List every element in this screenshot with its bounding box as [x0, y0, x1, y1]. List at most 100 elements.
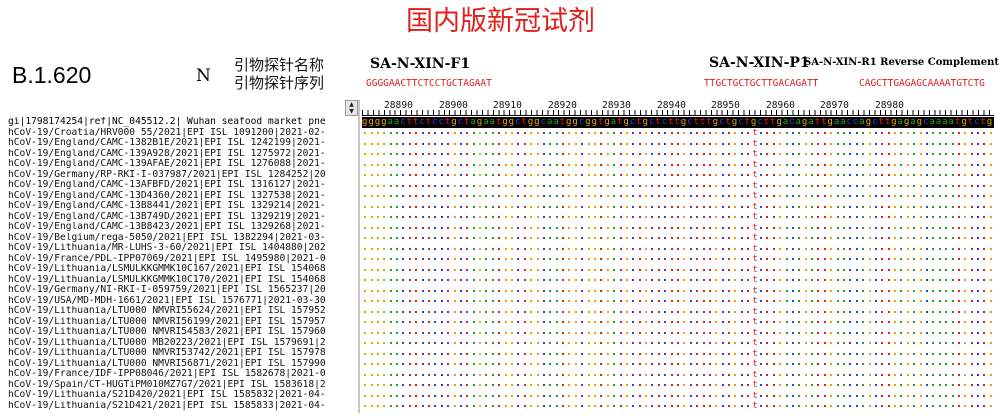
sequence-name[interactable]: hCoV-19/England/CAMC-13D4360/2021|EPI IS… [8, 191, 358, 202]
sequence-name[interactable]: hCoV-19/France/PDL-IPP07069/2021|EPI ISL… [8, 254, 358, 265]
sequence-name[interactable]: hCoV-19/England/CAMC-13B8423/2021|EPI IS… [8, 222, 358, 233]
match-dot [677, 405, 679, 407]
sequence-name[interactable]: hCoV-19/Spain/CT-HUGTiPM010MZ7G7/2021|EP… [8, 380, 358, 391]
sequence-name[interactable]: hCoV-19/England/CAMC-13B749D/2021|EPI IS… [8, 212, 358, 223]
match-dot [849, 384, 852, 386]
match-dot [766, 352, 769, 355]
alignment-row[interactable]: t [362, 401, 994, 412]
sequence-name[interactable]: hCoV-19/Lithuania/LSMULKKGMMK10C167/2021… [8, 264, 358, 275]
match-dot [798, 310, 801, 313]
alignment-row[interactable]: t [362, 380, 994, 391]
match-dot [804, 384, 807, 386]
alignment-row[interactable]: t [362, 233, 994, 244]
alignment-row[interactable]: t [362, 223, 994, 234]
match-dot [734, 300, 737, 302]
alignment-row[interactable]: t [362, 170, 994, 181]
sequence-name[interactable]: hCoV-19/Lithuania/LTU000 NMVRI53742/2021… [8, 348, 358, 359]
alignment-row[interactable]: t [362, 275, 994, 286]
sequence-name[interactable]: hCoV-19/England/CAMC-139AFAE/2021|EPI IS… [8, 159, 358, 170]
alignment-row[interactable]: t [362, 359, 994, 370]
match-dot [862, 289, 865, 292]
match-dot [581, 174, 584, 176]
match-dot [989, 405, 992, 407]
sequence-name[interactable]: hCoV-19/Croatia/HRV000 55/2021|EPI ISL 1… [8, 128, 358, 139]
sequence-name[interactable]: hCoV-19/France/IDF-IPP08046/2021|EPI ISL… [8, 369, 358, 380]
match-dot [459, 226, 462, 229]
sequence-name[interactable]: hCoV-19/Lithuania/LTU000 NMVRI56199/2021… [8, 317, 358, 328]
match-dot [728, 226, 731, 229]
alignment-grid[interactable]: ttttttttttttttttttttttttttt [362, 128, 994, 412]
alignment-row[interactable]: t [362, 244, 994, 255]
sequence-name[interactable]: hCoV-19/England/CAMC-1382B1E/2021|EPI IS… [8, 138, 358, 149]
alignment-row[interactable]: t [362, 307, 994, 318]
match-dot [945, 279, 948, 281]
match-dot [536, 268, 539, 271]
alignment-row[interactable]: t [362, 328, 994, 339]
match-dot [447, 373, 450, 376]
match-dot [772, 384, 775, 386]
alignment-row[interactable]: t [362, 181, 994, 192]
alignment-row[interactable]: t [362, 212, 994, 223]
sequence-name[interactable]: hCoV-19/England/CAMC-13B8441/2021|EPI IS… [8, 201, 358, 212]
sequence-name[interactable]: hCoV-19/Belgium/rega-5050/2021|EPI ISL 1… [8, 233, 358, 244]
alignment-row[interactable]: t [362, 338, 994, 349]
match-dot [740, 258, 743, 260]
sequence-name[interactable]: hCoV-19/Lithuania/LSMULKKGMMK10C170/2021… [8, 275, 358, 286]
sequence-name[interactable]: hCoV-19/England/CAMC-139A928/2021|EPI IS… [8, 149, 358, 160]
match-dot [957, 216, 960, 218]
match-dot [740, 216, 743, 218]
sequence-name[interactable]: hCoV-19/Lithuania/LTU000 NMVRI56871/2021… [8, 359, 358, 370]
sequence-name[interactable]: hCoV-19/Lithuania/LTU000 MB20223/2021|EP… [8, 338, 358, 349]
alignment-row[interactable]: t [362, 317, 994, 328]
match-dot [702, 132, 705, 134]
alignment-row[interactable]: t [362, 160, 994, 171]
match-dot [734, 226, 737, 229]
reference-sequence-name[interactable]: gi|1798174254|ref|NC_045512.2| Wuhan sea… [8, 117, 358, 128]
sequence-name-list[interactable]: gi|1798174254|ref|NC_045512.2| Wuhan sea… [8, 117, 358, 413]
match-dot [849, 300, 852, 302]
sequence-name[interactable]: hCoV-19/England/CAMC-13AFBFD/2021|EPI IS… [8, 180, 358, 191]
ruler-scroll-stepper[interactable]: ▲ ▼ [345, 100, 358, 116]
sequence-name[interactable]: hCoV-19/Lithuania/LTU000 NMVRI55624/2021… [8, 306, 358, 317]
match-dot [862, 237, 865, 239]
match-dot [447, 195, 450, 197]
alignment-row[interactable]: t [362, 296, 994, 307]
sequence-name[interactable]: hCoV-19/Germany/NI-RKI-I-059759/2021|EPI… [8, 285, 358, 296]
match-dot [376, 300, 379, 302]
alignment-row[interactable]: t [362, 202, 994, 213]
alignment-row[interactable]: t [362, 254, 994, 265]
match-dot [708, 174, 711, 176]
alignment-row[interactable]: t [362, 370, 994, 381]
match-dot [408, 405, 411, 407]
sequence-name[interactable]: hCoV-19/Lithuania/MR-LUHS-3-60/2021|EPI … [8, 243, 358, 254]
match-dot [734, 216, 737, 218]
match-dot [383, 195, 386, 197]
sequence-name[interactable]: hCoV-19/USA/MD-MDH-1661/2021|EPI ISL 157… [8, 296, 358, 307]
match-dot [932, 216, 935, 218]
alignment-row[interactable]: t [362, 149, 994, 160]
match-dot [874, 373, 877, 376]
sequence-name[interactable]: hCoV-19/Lithuania/S21D421/2021|EPI ISL 1… [8, 401, 358, 412]
sequence-name[interactable]: hCoV-19/Lithuania/LTU000 NMVRI54583/2021… [8, 327, 358, 338]
sequence-name[interactable]: hCoV-19/Germany/RP-RKI-I-037987/2021|EPI… [8, 170, 358, 181]
alignment-row[interactable]: t [362, 349, 994, 360]
match-dot [632, 310, 635, 313]
match-dot [485, 174, 488, 176]
alignment-row[interactable]: t [362, 191, 994, 202]
sequence-name[interactable]: hCoV-19/Lithuania/S21D420/2021|EPI ISL 1… [8, 390, 358, 401]
alignment-row[interactable]: t [362, 286, 994, 297]
match-dot [932, 237, 935, 239]
alignment-row[interactable]: t [362, 391, 994, 402]
pane-divider[interactable] [358, 100, 360, 413]
reference-sequence-row[interactable]: ggggaacttctcctgctagaatggctggcaatggcggtga… [362, 117, 994, 128]
match-dot [951, 373, 954, 376]
alignment-row[interactable]: t [362, 265, 994, 276]
match-dot [874, 310, 877, 313]
match-dot [466, 153, 469, 155]
alignment-row[interactable]: t [362, 128, 994, 139]
match-dot [542, 300, 545, 302]
alignment-row[interactable]: t [362, 139, 994, 150]
match-dot [613, 237, 616, 239]
match-dot [734, 405, 737, 407]
match-dot [887, 384, 890, 386]
